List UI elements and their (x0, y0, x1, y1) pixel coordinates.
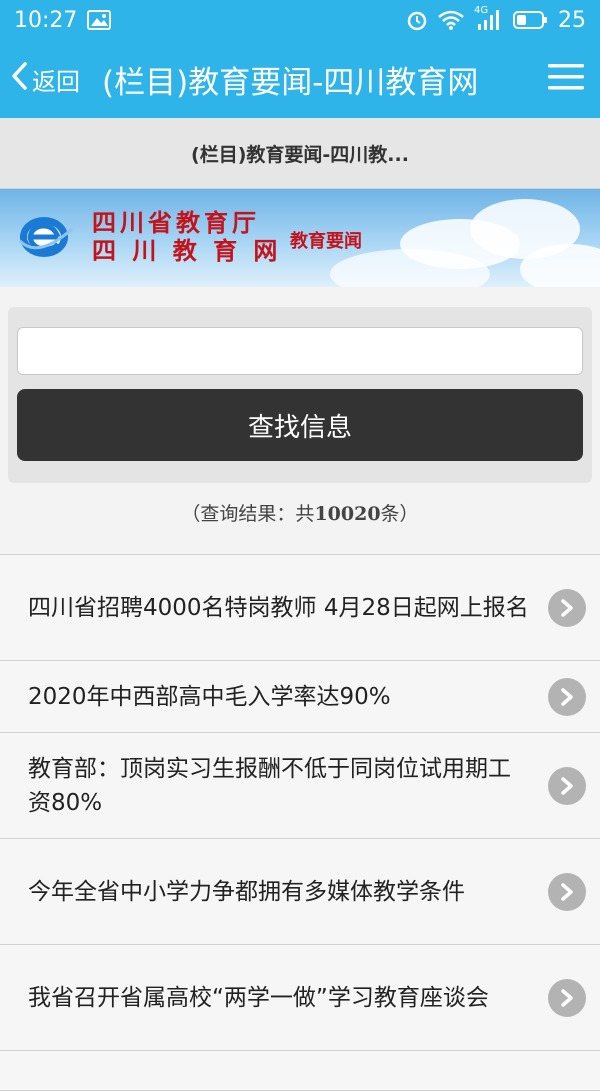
banner-org-line1: 四川省教育厅 (92, 208, 260, 237)
news-title: 教育部：顶岗实习生报酬不低于同岗位试用期工资80% (28, 755, 511, 816)
result-count-prefix: （查询结果：共 (181, 503, 315, 525)
chevron-right-icon (548, 978, 586, 1017)
chevron-right-icon (548, 677, 586, 716)
app-bar: 返回 (栏目)教育要闻-四川教育网 (0, 40, 600, 118)
list-item[interactable]: 教育部：顶岗实习生报酬不低于同岗位试用期工资80% (0, 733, 600, 839)
battery-icon (512, 10, 548, 30)
result-count: （查询结果：共10020条） (0, 499, 600, 526)
subtitle-bar: (栏目)教育要闻-四川教... (0, 118, 600, 189)
wifi-icon (438, 10, 464, 30)
battery-level: 25 (558, 7, 586, 33)
page-title: (栏目)教育要闻-四川教育网 (102, 64, 479, 101)
news-title: 今年全省中小学力争都拥有多媒体教学条件 (28, 878, 465, 905)
list-item[interactable] (0, 1051, 600, 1091)
site-banner: 四川省教育厅 四 川 教 育 网 教育要闻 (0, 189, 600, 287)
back-label: 返回 (32, 67, 80, 96)
network-type: 4G (474, 5, 489, 16)
alarm-icon (406, 9, 428, 31)
banner-org-name: 四川省教育厅 四 川 教 育 网 (92, 209, 281, 265)
chevron-right-icon (548, 588, 586, 627)
search-input[interactable] (17, 327, 583, 375)
search-panel: 查找信息 (8, 307, 592, 483)
back-button[interactable]: 返回 (10, 61, 80, 97)
news-title: 我省召开省属高校“两学一做”学习教育座谈会 (28, 984, 489, 1011)
list-item[interactable]: 今年全省中小学力争都拥有多媒体教学条件 (0, 839, 600, 945)
signal-icon: 4G (474, 5, 502, 31)
chevron-left-icon (10, 61, 28, 97)
chevron-right-icon (548, 872, 586, 911)
subtitle-text: (栏目)教育要闻-四川教... (191, 143, 409, 166)
banner-section-name: 教育要闻 (290, 231, 362, 252)
news-title: 四川省招聘4000名特岗教师 4月28日起网上报名 (28, 594, 529, 621)
result-count-suffix: 条） (380, 503, 419, 525)
image-icon (87, 10, 112, 30)
hamburger-menu-icon (546, 61, 586, 97)
news-list: 四川省招聘4000名特岗教师 4月28日起网上报名 2020年中西部高中毛入学率… (0, 554, 600, 1091)
banner-org-line2: 四 川 教 育 网 (92, 236, 282, 265)
menu-button[interactable] (542, 61, 590, 97)
status-bar: 10:27 4G 25 (0, 0, 600, 40)
e-logo-icon (18, 211, 74, 265)
news-title: 2020年中西部高中毛入学率达90% (28, 683, 391, 710)
list-item[interactable]: 四川省招聘4000名特岗教师 4月28日起网上报名 (0, 555, 600, 661)
list-item[interactable]: 我省召开省属高校“两学一做”学习教育座谈会 (0, 945, 600, 1051)
result-count-number: 10020 (314, 503, 381, 525)
list-item[interactable]: 2020年中西部高中毛入学率达90% (0, 661, 600, 733)
chevron-right-icon (548, 766, 586, 805)
status-time: 10:27 (14, 7, 78, 33)
search-button[interactable]: 查找信息 (17, 389, 583, 461)
